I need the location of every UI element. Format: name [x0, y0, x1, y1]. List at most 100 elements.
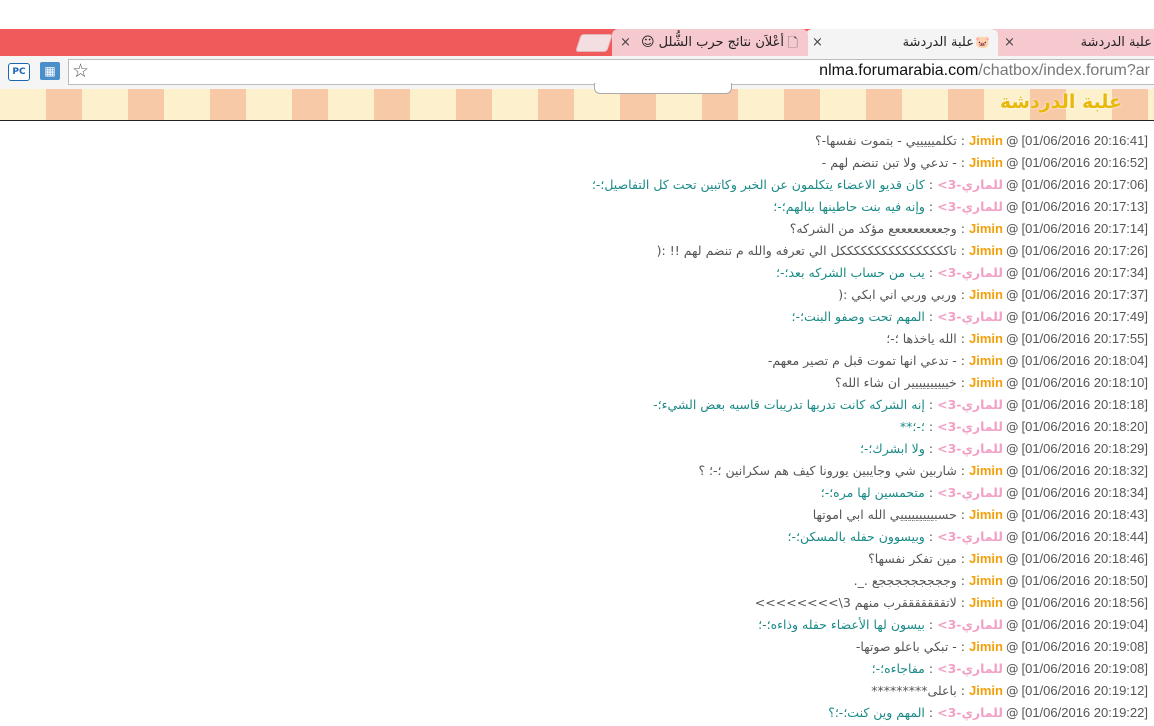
- tab-war-results[interactable]: 🗋 أعْلاَن نتائج حرب الشُّلل ☺ ×: [612, 29, 808, 56]
- pig-icon: 🐷: [975, 35, 990, 49]
- url-text[interactable]: nlma.forumarabia.com/chatbox/index.forum…: [819, 62, 1150, 80]
- message-username[interactable]: للماري-3>: [937, 199, 1003, 214]
- message-text: لاتقققققققرب منهم 3\>>>>>>>>: [754, 595, 957, 610]
- message-separator: :: [928, 265, 934, 280]
- message-separator: :: [928, 177, 934, 192]
- message-separator: :: [928, 529, 934, 544]
- tab-close-icon[interactable]: ×: [620, 35, 631, 50]
- message-username[interactable]: Jimin: [969, 375, 1003, 390]
- tab-title: علبة الدردشة: [902, 35, 974, 50]
- at-sign: @: [1005, 221, 1019, 236]
- message-username[interactable]: Jimin: [969, 551, 1003, 566]
- pc-mode-button[interactable]: PC: [8, 63, 30, 81]
- message-separator: :: [960, 287, 966, 302]
- message-separator: :: [928, 441, 934, 456]
- message-username[interactable]: Jimin: [969, 133, 1003, 148]
- message-timestamp: [01/06/2016 20:18:46]: [1021, 551, 1148, 566]
- url-host: nlma.forumarabia.com: [819, 62, 979, 79]
- at-sign: @: [1005, 463, 1019, 478]
- message-username[interactable]: للماري-3>: [937, 661, 1003, 676]
- message-timestamp: [01/06/2016 20:17:34]: [1021, 265, 1148, 280]
- chat-messages[interactable]: [01/06/2016 20:16:41]@Jimin:تكلميييييي -…: [0, 121, 1154, 726]
- message-timestamp: [01/06/2016 20:19:22]: [1021, 705, 1148, 720]
- message-timestamp: [01/06/2016 20:18:43]: [1021, 507, 1148, 522]
- message-text: المهم وين كنت؛-؛؟: [828, 705, 925, 720]
- message-username[interactable]: للماري-3>: [937, 485, 1003, 500]
- message-timestamp: [01/06/2016 20:18:34]: [1021, 485, 1148, 500]
- message-username[interactable]: للماري-3>: [937, 441, 1003, 456]
- chat-message: [01/06/2016 20:18:04]@Jimin:- تدعي انها …: [768, 350, 1148, 372]
- message-separator: :: [960, 353, 966, 368]
- at-sign: @: [1005, 155, 1019, 170]
- message-text: - تدعي انها تموت قبل م تصير معهم-: [767, 353, 957, 368]
- message-separator: :: [960, 133, 966, 148]
- message-username[interactable]: للماري-3>: [937, 265, 1003, 280]
- message-text: مفاجاءه؛-؛: [871, 661, 925, 676]
- chat-message: [01/06/2016 20:18:34]@للماري-3>:متحمسين …: [821, 482, 1148, 504]
- message-text: يب من حساب الشركه بعد؛-؛: [776, 265, 925, 280]
- extension-icon[interactable]: ▦: [40, 62, 60, 80]
- message-timestamp: [01/06/2016 20:18:44]: [1021, 529, 1148, 544]
- message-username[interactable]: Jimin: [969, 595, 1003, 610]
- chat-message: [01/06/2016 20:18:44]@للماري-3>:وبيسوون …: [788, 526, 1148, 548]
- chat-message: [01/06/2016 20:18:10]@Jimin:خيييييييييير…: [835, 372, 1148, 394]
- at-sign: @: [1005, 529, 1019, 544]
- tab-chatbox-active[interactable]: 🐷 علبة الدردشة ×: [806, 29, 998, 56]
- message-username[interactable]: Jimin: [969, 463, 1003, 478]
- message-username[interactable]: Jimin: [969, 573, 1003, 588]
- message-username[interactable]: للماري-3>: [937, 309, 1003, 324]
- message-username[interactable]: Jimin: [969, 221, 1003, 236]
- message-timestamp: [01/06/2016 20:17:26]: [1021, 243, 1148, 258]
- message-separator: :: [960, 331, 966, 346]
- message-text: ؛-؛**: [899, 419, 925, 434]
- message-username[interactable]: للماري-3>: [937, 617, 1003, 632]
- message-text: تاككككككككككككككككل الي تعرفه والله م تن…: [656, 243, 957, 258]
- message-separator: :: [928, 705, 934, 720]
- message-timestamp: [01/06/2016 20:19:08]: [1021, 661, 1148, 676]
- at-sign: @: [1005, 485, 1019, 500]
- message-text: وجججججججججع ._.: [853, 573, 957, 588]
- at-sign: @: [1005, 705, 1019, 720]
- message-text: وبيسوون حفله بالمسكن؛-؛: [787, 529, 925, 544]
- message-separator: :: [960, 683, 966, 698]
- chat-message: [01/06/2016 20:17:55]@Jimin:الله ياخذها …: [886, 328, 1148, 350]
- at-sign: @: [1005, 419, 1019, 434]
- message-username[interactable]: للماري-3>: [937, 419, 1003, 434]
- message-timestamp: [01/06/2016 20:17:14]: [1021, 221, 1148, 236]
- message-timestamp: [01/06/2016 20:18:50]: [1021, 573, 1148, 588]
- message-username[interactable]: للماري-3>: [937, 397, 1003, 412]
- at-sign: @: [1005, 331, 1019, 346]
- message-username[interactable]: Jimin: [969, 155, 1003, 170]
- chat-message: [01/06/2016 20:17:14]@Jimin:وجععععععععع …: [790, 218, 1148, 240]
- at-sign: @: [1005, 617, 1019, 632]
- at-sign: @: [1005, 661, 1019, 676]
- message-timestamp: [01/06/2016 20:18:29]: [1021, 441, 1148, 456]
- message-username[interactable]: Jimin: [969, 507, 1003, 522]
- message-username[interactable]: Jimin: [969, 683, 1003, 698]
- chatbox-title: علبة الدردشة: [999, 91, 1122, 113]
- tab-chatbox-left[interactable]: علبة الدردشة ×: [990, 29, 1154, 56]
- message-username[interactable]: Jimin: [969, 639, 1003, 654]
- message-username[interactable]: للماري-3>: [937, 529, 1003, 544]
- message-username[interactable]: Jimin: [969, 287, 1003, 302]
- message-timestamp: [01/06/2016 20:17:49]: [1021, 309, 1148, 324]
- message-separator: :: [928, 485, 934, 500]
- tab-close-icon[interactable]: ×: [812, 35, 823, 50]
- at-sign: @: [1005, 353, 1019, 368]
- message-separator: :: [960, 639, 966, 654]
- at-sign: @: [1005, 683, 1019, 698]
- new-tab-button[interactable]: [575, 34, 613, 52]
- message-username[interactable]: للماري-3>: [937, 705, 1003, 720]
- chat-message: [01/06/2016 20:16:41]@Jimin:تكلميييييي -…: [815, 130, 1148, 152]
- message-username[interactable]: Jimin: [969, 331, 1003, 346]
- message-separator: :: [960, 573, 966, 588]
- message-timestamp: [01/06/2016 20:19:12]: [1021, 683, 1148, 698]
- message-username[interactable]: للماري-3>: [937, 177, 1003, 192]
- message-username[interactable]: Jimin: [969, 243, 1003, 258]
- message-timestamp: [01/06/2016 20:18:32]: [1021, 463, 1148, 478]
- tab-close-icon[interactable]: ×: [1004, 35, 1015, 50]
- message-username[interactable]: Jimin: [969, 353, 1003, 368]
- chat-message: [01/06/2016 20:19:22]@للماري-3>:المهم وي…: [828, 702, 1148, 724]
- bookmark-star-icon[interactable]: ☆: [72, 60, 89, 82]
- message-text: كان قديو الاعضاء يتكلمون عن الخبر وكاتبي…: [591, 177, 925, 192]
